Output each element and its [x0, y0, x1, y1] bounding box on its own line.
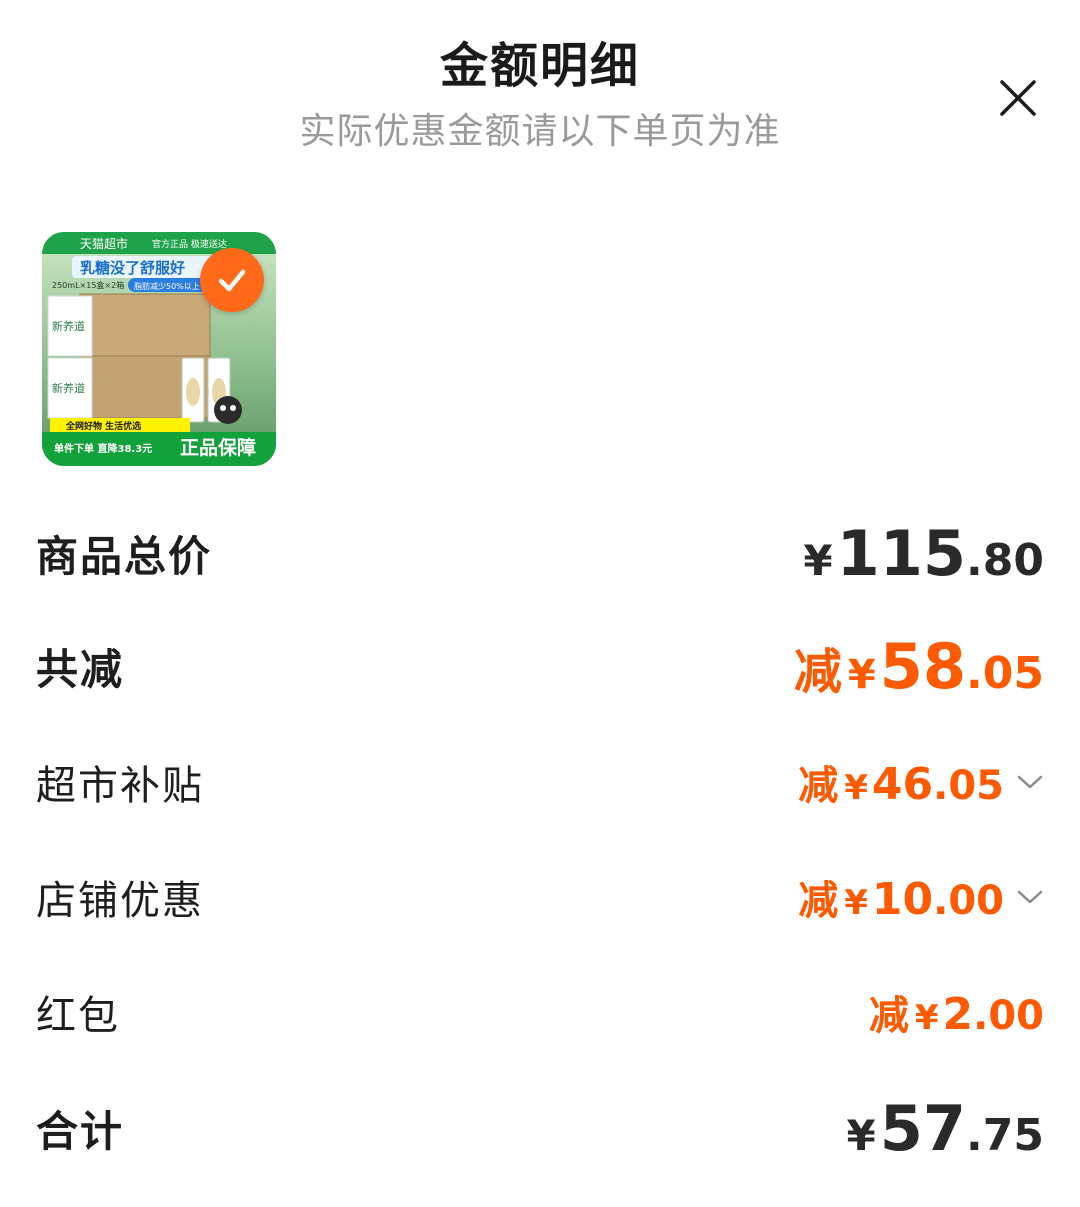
row-label: 超市补贴 — [36, 763, 204, 809]
banner-top-label: 全网好物 生活优选 — [65, 420, 141, 432]
discount-prefix: 减 — [798, 763, 839, 809]
amount-integer: 115 — [836, 516, 967, 590]
amount-integer: 58 — [879, 629, 967, 703]
row-amount: 减 ¥ 58 .05 — [794, 630, 1044, 703]
row-total-price: 商品总价 ¥ 115 .80 — [36, 513, 1044, 593]
amount-decimal: .00 — [973, 993, 1044, 1039]
yen-symbol: ¥ — [847, 651, 876, 698]
brand-label-2: 新养道 — [52, 381, 85, 395]
row-amount: 减 ¥ 2 .00 — [869, 983, 1044, 1041]
sheet-title: 金额明细 — [439, 38, 640, 94]
amount-integer: 57 — [879, 1091, 967, 1165]
discount-prefix: 减 — [798, 878, 839, 924]
row-label: 店铺优惠 — [36, 878, 204, 924]
chevron-down-icon[interactable] — [1016, 888, 1044, 906]
yen-symbol: ¥ — [846, 1110, 876, 1160]
row-store-discount[interactable]: 店铺优惠 减 ¥ 10 .00 — [36, 857, 1044, 937]
yen-symbol: ¥ — [844, 768, 868, 808]
amount-decimal: .00 — [933, 878, 1004, 924]
banner-left-label: 单件下单 直降38.3元 — [54, 442, 152, 455]
row-amount: 减 ¥ 46 .05 — [798, 753, 1044, 811]
amount-decimal: .05 — [933, 763, 1004, 809]
row-red-packet: 红包 减 ¥ 2 .00 — [36, 972, 1044, 1052]
yen-symbol: ¥ — [803, 535, 833, 585]
store-label: 天猫超市 — [80, 236, 128, 251]
tags-label: 官方正品 极速送达 — [152, 238, 227, 250]
discount-prefix: 减 — [793, 643, 842, 700]
amount-integer: 46 — [871, 759, 934, 810]
discount-prefix: 减 — [868, 993, 909, 1039]
headline-label: 乳糖没了舒服好 — [80, 259, 185, 277]
spec-label: 250mL×15盒×2箱 — [52, 280, 124, 290]
amount-integer: 10 — [871, 874, 934, 925]
amount-detail-sheet: 金额明细 实际优惠金额请以下单页为准 天猫超市 官方正品 极速送达 乳糖没了舒服… — [0, 0, 1080, 1207]
banner-right-label: 正品保障 — [180, 436, 256, 459]
row-supermarket-subsidy[interactable]: 超市补贴 减 ¥ 46 .05 — [36, 742, 1044, 822]
row-amount: 减 ¥ 10 .00 — [798, 868, 1044, 926]
amount-decimal: .75 — [966, 1109, 1044, 1161]
yen-symbol: ¥ — [844, 883, 868, 923]
row-total-discount: 共减 减 ¥ 58 .05 — [36, 626, 1044, 706]
brand-label-1: 新养道 — [52, 319, 85, 333]
checkmark-icon — [218, 269, 246, 292]
row-label: 共减 — [36, 644, 125, 694]
amount-integer: 2 — [942, 989, 974, 1040]
row-label: 合计 — [36, 1106, 125, 1156]
row-amount: ¥ 115 .80 — [803, 517, 1044, 590]
yen-symbol: ¥ — [914, 998, 939, 1038]
header: 金额明细 实际优惠金额请以下单页为准 — [0, 30, 1080, 162]
sheet-subtitle: 实际优惠金额请以下单页为准 — [299, 111, 781, 152]
amount-decimal: .05 — [966, 647, 1044, 699]
row-label: 红包 — [36, 993, 120, 1039]
row-grand-total: 合计 ¥ 57 .75 — [36, 1088, 1044, 1168]
amount-decimal: .80 — [966, 534, 1044, 586]
row-amount: ¥ 57 .75 — [847, 1092, 1044, 1165]
chevron-down-icon[interactable] — [1016, 773, 1044, 791]
close-button[interactable] — [998, 78, 1038, 118]
close-icon — [1000, 80, 1036, 116]
selected-badge — [200, 248, 264, 312]
fat-label: 脂肪减少50%以上 — [134, 281, 200, 291]
row-label: 商品总价 — [36, 531, 213, 581]
